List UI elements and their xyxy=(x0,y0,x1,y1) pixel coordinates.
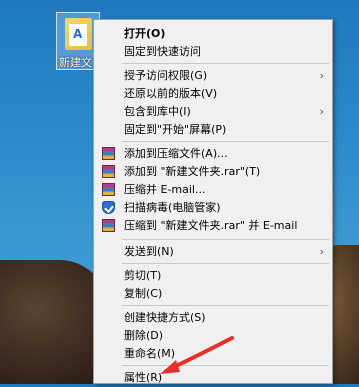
menu-item-label: 压缩并 E-mail... xyxy=(124,183,206,196)
winrar-icon xyxy=(102,165,115,178)
menu-item-compress-email[interactable]: 压缩并 E-mail... xyxy=(94,180,332,199)
menu-item-label: 剪切(T) xyxy=(124,269,162,282)
winrar-icon xyxy=(102,147,115,160)
menu-item-create-shortcut[interactable]: 创建快捷方式(S) xyxy=(94,308,332,327)
menu-item-label: 固定到快速访问 xyxy=(124,45,201,58)
menu-item-label: 重命名(M) xyxy=(124,347,176,360)
menu-item-delete[interactable]: 删除(D) xyxy=(94,326,332,345)
context-menu: 打开(O) 固定到快速访问 授予访问权限(G) › 还原以前的版本(V) 包含到… xyxy=(93,19,333,384)
menu-item-label: 固定到"开始"屏幕(P) xyxy=(124,123,227,136)
menu-item-label: 包含到库中(I) xyxy=(124,105,191,118)
chevron-right-icon: › xyxy=(319,105,324,118)
menu-item-add-to-rar[interactable]: 添加到 "新建文件夹.rar"(T) xyxy=(94,162,332,181)
menu-item-label: 创建快捷方式(S) xyxy=(124,311,206,324)
menu-separator xyxy=(122,141,329,142)
menu-item-open[interactable]: 打开(O) xyxy=(94,24,332,43)
menu-item-label: 发送到(N) xyxy=(124,245,174,258)
menu-item-restore-versions[interactable]: 还原以前的版本(V) xyxy=(94,84,332,103)
menu-item-label: 添加到压缩文件(A)... xyxy=(124,147,228,160)
chevron-right-icon: › xyxy=(319,69,324,82)
menu-item-rename[interactable]: 重命名(M) xyxy=(94,344,332,363)
menu-item-pin-start[interactable]: 固定到"开始"屏幕(P) xyxy=(94,120,332,139)
menu-item-include-library[interactable]: 包含到库中(I) › xyxy=(94,102,332,121)
menu-item-label: 复制(C) xyxy=(124,287,163,300)
menu-item-add-archive[interactable]: 添加到压缩文件(A)... xyxy=(94,144,332,163)
menu-item-pin-quick-access[interactable]: 固定到快速访问 xyxy=(94,42,332,61)
menu-item-compress-to-rar-email[interactable]: 压缩到 "新建文件夹.rar" 并 E-mail xyxy=(94,216,332,235)
chevron-right-icon: › xyxy=(319,245,324,258)
winrar-icon xyxy=(102,219,115,232)
menu-item-grant-access[interactable]: 授予访问权限(G) › xyxy=(94,66,332,85)
menu-item-copy[interactable]: 复制(C) xyxy=(94,284,332,303)
menu-item-label: 扫描病毒(电脑管家) xyxy=(124,201,221,214)
menu-separator xyxy=(122,63,329,64)
menu-item-label: 属性(R) xyxy=(124,371,163,384)
shield-icon xyxy=(102,201,115,214)
folder-logo-icon: A xyxy=(73,27,83,41)
menu-item-label: 添加到 "新建文件夹.rar"(T) xyxy=(124,165,261,178)
menu-separator xyxy=(122,239,329,240)
menu-item-label: 打开(O) xyxy=(124,27,166,40)
menu-item-cut[interactable]: 剪切(T) xyxy=(94,266,332,285)
menu-item-properties[interactable]: 属性(R) xyxy=(94,368,332,387)
menu-item-label: 还原以前的版本(V) xyxy=(124,87,218,100)
menu-item-scan-virus[interactable]: 扫描病毒(电脑管家) xyxy=(94,198,332,217)
winrar-icon xyxy=(102,183,115,196)
menu-separator xyxy=(122,263,329,264)
menu-item-send-to[interactable]: 发送到(N) › xyxy=(94,242,332,261)
menu-item-label: 删除(D) xyxy=(124,329,164,342)
menu-separator xyxy=(122,365,329,366)
menu-item-label: 压缩到 "新建文件夹.rar" 并 E-mail xyxy=(124,219,298,232)
menu-item-label: 授予访问权限(G) xyxy=(124,69,208,82)
menu-separator xyxy=(122,305,329,306)
